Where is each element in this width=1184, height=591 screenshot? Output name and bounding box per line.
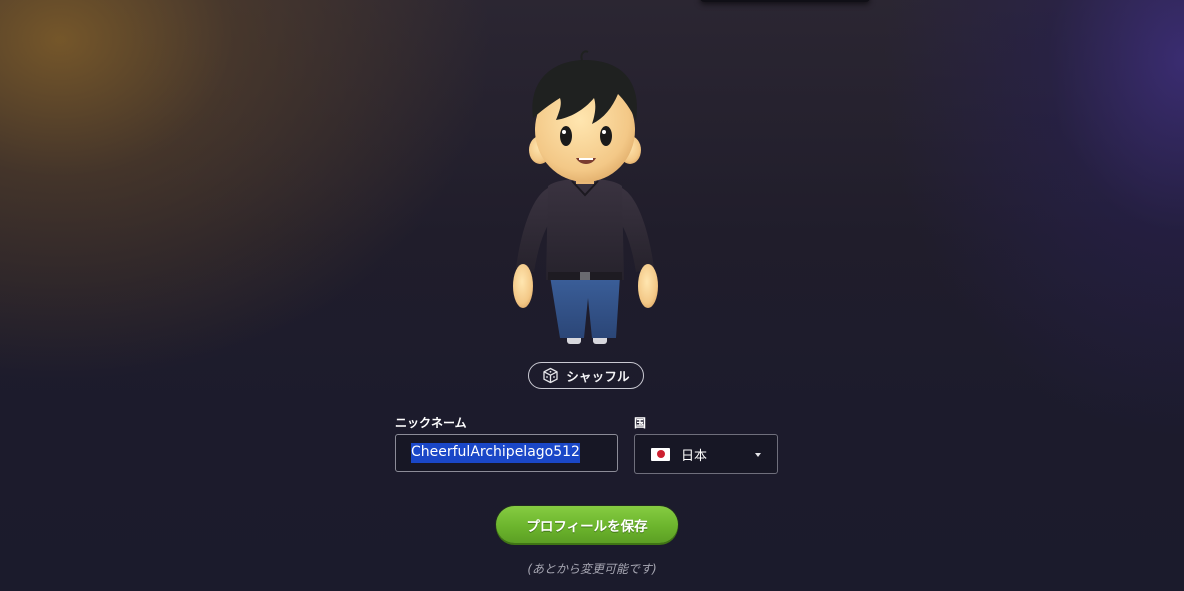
- caret-down-icon: [755, 453, 761, 457]
- nickname-input[interactable]: CheerfulArchipelago512: [395, 434, 618, 472]
- country-label: 国: [634, 416, 647, 430]
- shuffle-button[interactable]: シャッフル: [528, 362, 644, 389]
- save-profile-label: プロフィールを保存: [526, 518, 648, 535]
- dice-icon: [543, 367, 558, 384]
- shuffle-label: シャッフル: [566, 369, 630, 384]
- nickname-value: CheerfulArchipelago512: [411, 443, 580, 463]
- avatar-character: [513, 50, 658, 344]
- change-later-note: (あとから変更可能です): [527, 562, 657, 576]
- japan-flag-icon: [651, 447, 670, 461]
- save-profile-button[interactable]: プロフィールを保存: [496, 506, 678, 543]
- country-select[interactable]: 日本: [634, 434, 778, 474]
- country-value: 日本: [681, 448, 708, 464]
- top-edge-shadow: [700, 0, 870, 2]
- nickname-label: ニックネーム: [395, 416, 467, 430]
